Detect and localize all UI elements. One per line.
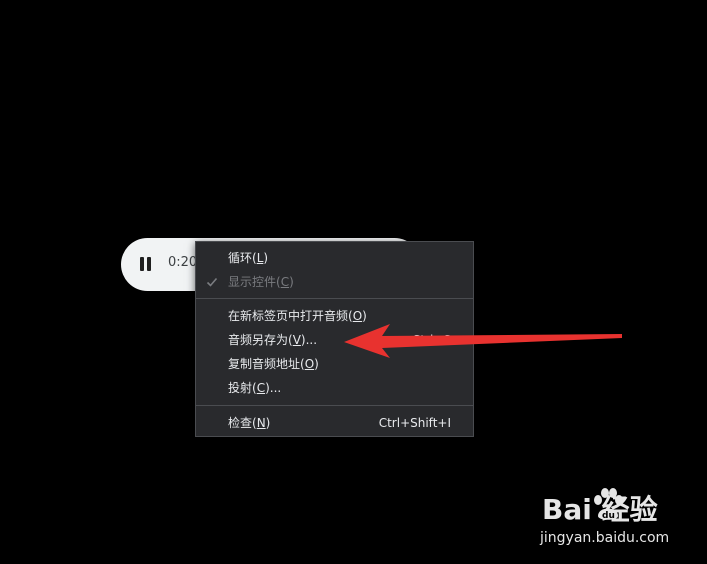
pause-button[interactable] bbox=[135, 254, 157, 276]
svg-text:du: du bbox=[602, 511, 615, 521]
red-arrow-annotation bbox=[344, 324, 622, 358]
checkmark-icon bbox=[206, 277, 218, 287]
baidu-jingyan-watermark: Bai 经验 du jingyan.baidu.com bbox=[536, 486, 696, 556]
menu-separator bbox=[196, 298, 473, 299]
paw-logo-icon: du bbox=[594, 488, 623, 521]
watermark-url: jingyan.baidu.com bbox=[540, 530, 670, 546]
menu-item-cast[interactable]: 投射(C)... bbox=[196, 376, 473, 400]
shortcut-inspect: Ctrl+Shift+I bbox=[378, 416, 451, 430]
menu-item-show-controls[interactable]: 显示控件(C) bbox=[196, 270, 473, 294]
menu-item-loop[interactable]: 循环(L) bbox=[196, 246, 473, 270]
pause-icon bbox=[140, 257, 144, 271]
time-display: 0:20 bbox=[168, 255, 198, 270]
menu-separator bbox=[196, 405, 473, 406]
menu-item-inspect[interactable]: 检查(N) Ctrl+Shift+I bbox=[196, 411, 473, 435]
page: 0:20 循环(L) 显示控件(C) 在新标签页中打开音频(O) 音频另存为(V… bbox=[0, 0, 707, 564]
